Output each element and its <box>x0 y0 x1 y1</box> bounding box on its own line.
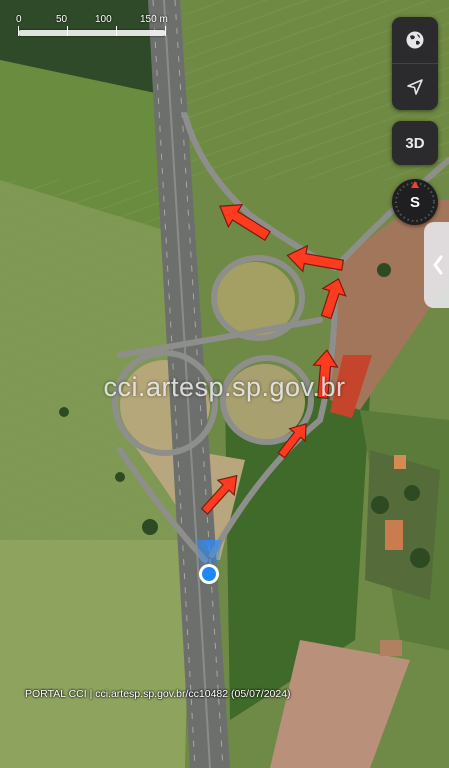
field-left-lower <box>0 540 190 768</box>
chevron-left-icon <box>433 255 443 275</box>
map-scale-bar: 0 50 100 150 m <box>14 14 184 42</box>
side-panel-toggle[interactable] <box>424 222 449 308</box>
location-arrow-icon <box>407 79 423 95</box>
scale-label: 0 <box>16 14 22 25</box>
compass-button[interactable]: S <box>392 179 438 225</box>
scale-label: 100 <box>95 14 112 25</box>
globe-icon <box>406 31 424 49</box>
map-type-button[interactable] <box>392 17 438 63</box>
compass-label: S <box>409 193 420 211</box>
view-3d-button[interactable]: 3D <box>392 121 438 165</box>
scale-bar-line <box>18 26 166 36</box>
watermark-text: cci.artesp.sp.gov.br <box>103 372 346 402</box>
locate-me-button[interactable] <box>392 64 438 110</box>
scale-label: 150 m <box>140 14 168 25</box>
map-controls-group <box>392 17 438 110</box>
scale-label: 50 <box>56 14 68 25</box>
map-credit: PORTAL CCI | cci.artesp.sp.gov.br/cc1048… <box>25 688 291 700</box>
